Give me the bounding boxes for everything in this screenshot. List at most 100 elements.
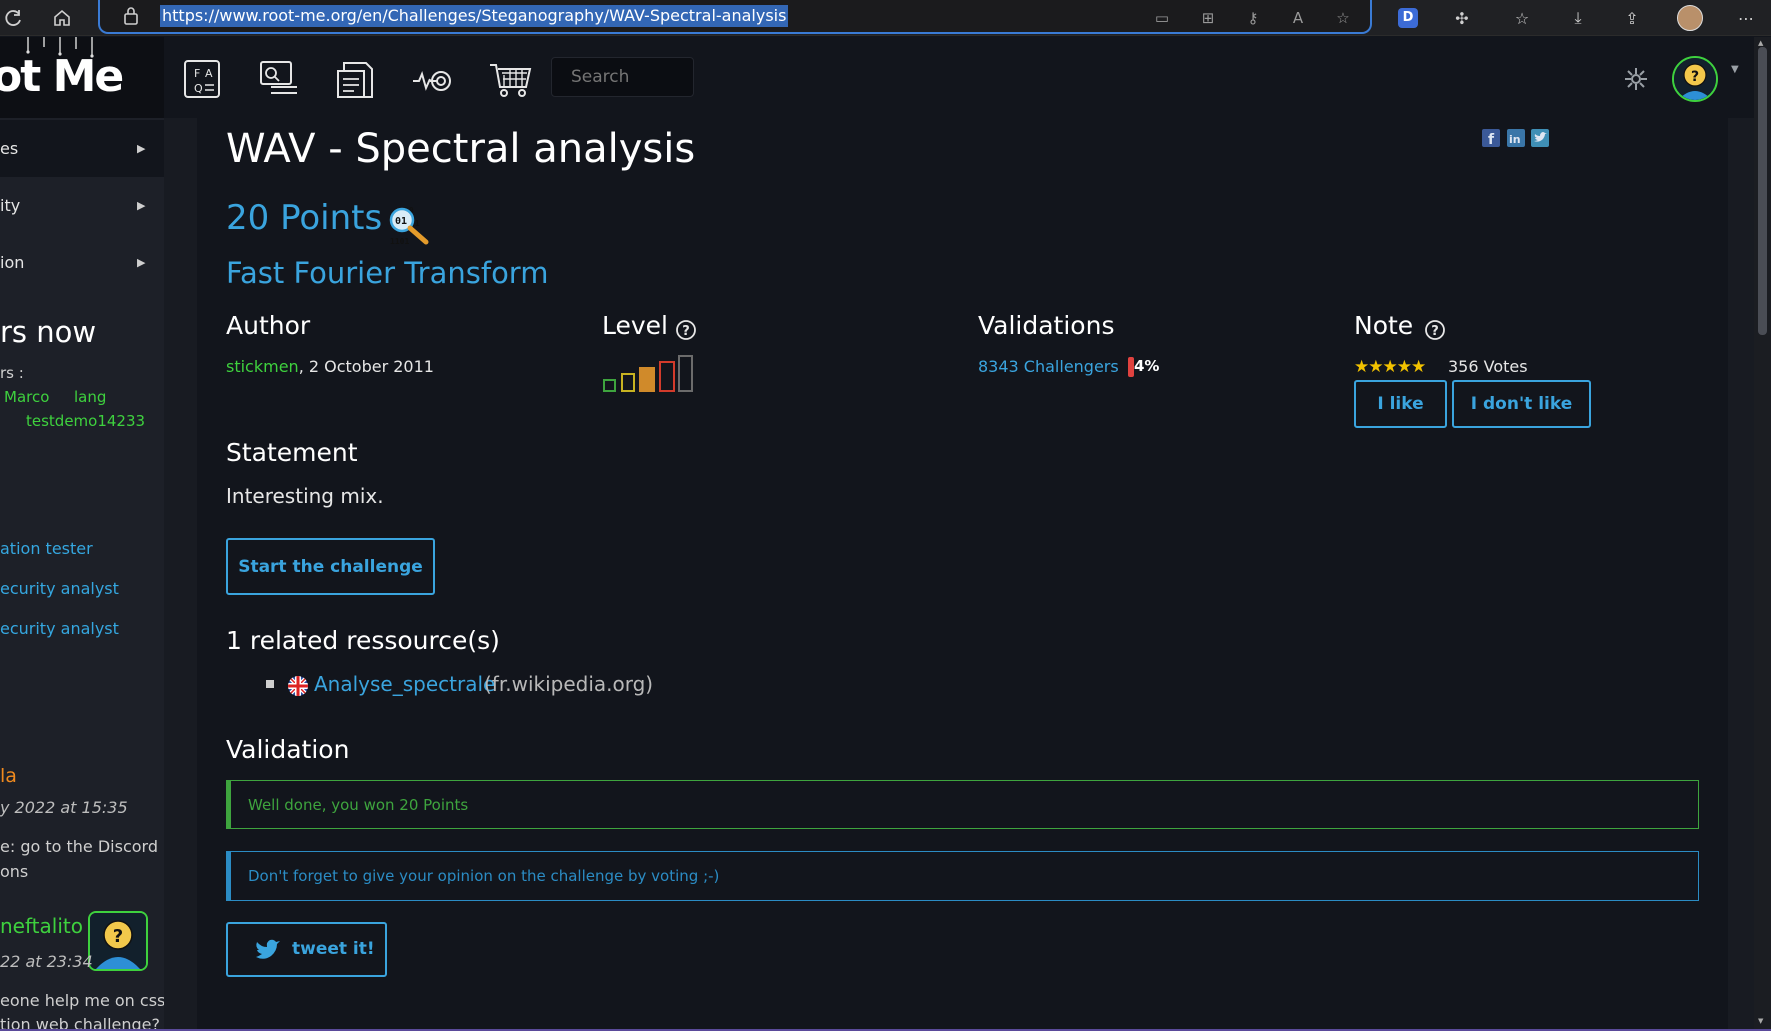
note-heading: Note bbox=[1354, 311, 1414, 340]
svg-text:in: in bbox=[1509, 133, 1521, 146]
svg-text:01: 01 bbox=[395, 216, 407, 227]
browser-toolbar: https://www.root-me.org/en/Challenges/St… bbox=[0, 0, 1771, 36]
author-info: stickmen, 2 October 2011 bbox=[226, 357, 434, 376]
extension-d-icon[interactable]: D bbox=[1394, 4, 1422, 32]
sidebar-item-community[interactable]: ity ▶ bbox=[0, 177, 164, 234]
extensions-grid-icon[interactable]: ⊞ bbox=[1196, 6, 1220, 30]
facebook-share-icon[interactable]: f bbox=[1482, 129, 1500, 148]
chat-username[interactable]: la bbox=[0, 765, 17, 787]
sidebar-item-label: es bbox=[0, 139, 19, 158]
chat-message: eone help me on css bbox=[0, 991, 164, 1010]
twitter-share-icon[interactable] bbox=[1531, 129, 1549, 147]
level-bar bbox=[678, 355, 693, 392]
resource-domain: (fr.wikipedia.org) bbox=[484, 672, 654, 696]
linkedin-share-icon[interactable]: in bbox=[1507, 129, 1525, 147]
content-gutter bbox=[1728, 118, 1754, 1031]
chevron-right-icon: ▶ bbox=[137, 142, 146, 155]
help-icon[interactable]: ? bbox=[1424, 319, 1446, 341]
votes-count: 356 Votes bbox=[1448, 357, 1528, 376]
shop-cart-icon[interactable] bbox=[488, 57, 532, 101]
logo-text[interactable]: ot Me bbox=[0, 51, 124, 102]
profile-avatar[interactable] bbox=[1676, 4, 1704, 32]
refresh-icon[interactable] bbox=[0, 4, 28, 32]
validation-heading: Validation bbox=[226, 735, 350, 764]
chevron-down-icon[interactable]: ▼ bbox=[1731, 64, 1739, 75]
chat-message: ons bbox=[0, 862, 29, 881]
rating-stars: ★★★★★ bbox=[1354, 357, 1426, 377]
language-icon[interactable] bbox=[1624, 67, 1648, 91]
scroll-up-icon[interactable]: ▲ bbox=[1758, 39, 1763, 47]
address-bar[interactable]: https://www.root-me.org/en/Challenges/St… bbox=[98, 0, 1372, 34]
steganography-category-icon: 10 01 1101 01 bbox=[389, 206, 429, 246]
avatar[interactable]: ? bbox=[88, 911, 148, 971]
online-user[interactable]: Marco bbox=[4, 388, 49, 406]
sidebar-item-label: ity bbox=[0, 196, 21, 215]
validation-rate-value: 4% bbox=[1134, 357, 1160, 375]
svg-text:f: f bbox=[1488, 132, 1495, 147]
info-alert: Don't forget to give your opinion on the… bbox=[226, 851, 1699, 901]
online-user[interactable]: testdemo14233 bbox=[26, 412, 145, 430]
challenge-points: 20 Points bbox=[226, 198, 383, 238]
user-avatar[interactable]: ? bbox=[1672, 56, 1718, 102]
read-aloud-icon[interactable]: A bbox=[1286, 6, 1310, 30]
sidebar-item-challenges[interactable]: es ▶ bbox=[0, 120, 164, 177]
svg-text:F: F bbox=[194, 67, 200, 80]
scroll-down-icon[interactable]: ▼ bbox=[1758, 1017, 1763, 1025]
challenges-icon[interactable] bbox=[257, 57, 301, 101]
scrollbar-thumb[interactable] bbox=[1758, 47, 1767, 335]
svg-text:Q: Q bbox=[194, 82, 203, 95]
lock-icon[interactable] bbox=[122, 6, 140, 26]
sidebar: ot Me es ▶ ity ▶ ion ▶ rs now rs : Marco… bbox=[0, 37, 164, 1031]
faq-icon[interactable]: F A Q bbox=[180, 57, 224, 101]
challenge-subtitle: Fast Fourier Transform bbox=[226, 256, 549, 290]
online-user[interactable]: lang bbox=[74, 388, 106, 406]
help-icon[interactable]: ? bbox=[675, 319, 697, 341]
tools-icon[interactable] bbox=[411, 57, 455, 101]
author-link[interactable]: stickmen bbox=[226, 357, 299, 376]
online-members-label: rs : bbox=[0, 364, 24, 382]
level-bar bbox=[621, 373, 635, 392]
chat-username[interactable]: neftalito bbox=[0, 914, 83, 938]
page-title: WAV - Spectral analysis bbox=[226, 126, 696, 172]
dislike-button[interactable]: I don't like bbox=[1452, 380, 1591, 428]
job-link[interactable]: ecurity analyst bbox=[0, 619, 119, 638]
job-link[interactable]: ecurity analyst bbox=[0, 579, 119, 598]
logo[interactable]: ot Me bbox=[0, 37, 164, 118]
validations-link[interactable]: 8343 Challengers bbox=[978, 357, 1119, 376]
job-link[interactable]: ation tester bbox=[0, 539, 93, 558]
tweet-label: tweet it! bbox=[292, 939, 375, 959]
svg-text:A: A bbox=[205, 67, 213, 80]
like-button[interactable]: I like bbox=[1354, 380, 1447, 428]
resource-link[interactable]: Analyse_spectrale bbox=[314, 672, 495, 696]
documentation-icon[interactable] bbox=[334, 57, 378, 101]
scrollbar[interactable]: ▲ ▼ bbox=[1754, 37, 1771, 1031]
home-icon[interactable] bbox=[48, 4, 76, 32]
favorites-icon[interactable]: ☆ bbox=[1508, 4, 1536, 32]
more-options-icon[interactable]: ⋯ bbox=[1732, 4, 1760, 32]
online-visitors-heading: rs now bbox=[0, 315, 97, 349]
sidebar-item-information[interactable]: ion ▶ bbox=[0, 234, 164, 291]
top-navigation: F A Q ? ▼ bbox=[164, 37, 1754, 118]
chevron-right-icon: ▶ bbox=[137, 256, 146, 269]
level-bar bbox=[639, 367, 655, 392]
content-gutter bbox=[164, 118, 197, 1031]
level-bar bbox=[659, 361, 675, 392]
app-available-icon[interactable]: ▭ bbox=[1150, 6, 1174, 30]
url-text[interactable]: https://www.root-me.org/en/Challenges/St… bbox=[160, 5, 789, 27]
extensions-icon[interactable]: ✣ bbox=[1448, 4, 1476, 32]
start-challenge-button[interactable]: Start the challenge bbox=[226, 538, 435, 595]
author-date: , 2 October 2011 bbox=[298, 357, 434, 376]
add-favorite-icon[interactable]: ☆ bbox=[1331, 6, 1355, 30]
search-input[interactable] bbox=[551, 57, 694, 97]
share-icon[interactable]: ⇪ bbox=[1618, 4, 1646, 32]
validations-heading: Validations bbox=[978, 311, 1115, 340]
list-bullet bbox=[266, 680, 274, 688]
success-alert: Well done, you won 20 Points bbox=[226, 780, 1699, 829]
tweet-button[interactable]: tweet it! bbox=[226, 922, 387, 977]
uk-flag-icon bbox=[288, 676, 308, 696]
statement-text: Interesting mix. bbox=[226, 484, 384, 508]
chat-message: e: go to the Discord bbox=[0, 837, 158, 856]
downloads-icon[interactable]: ⤓ bbox=[1564, 4, 1592, 32]
key-icon[interactable]: ⚷ bbox=[1241, 6, 1265, 30]
svg-text:?: ? bbox=[1691, 69, 1699, 85]
